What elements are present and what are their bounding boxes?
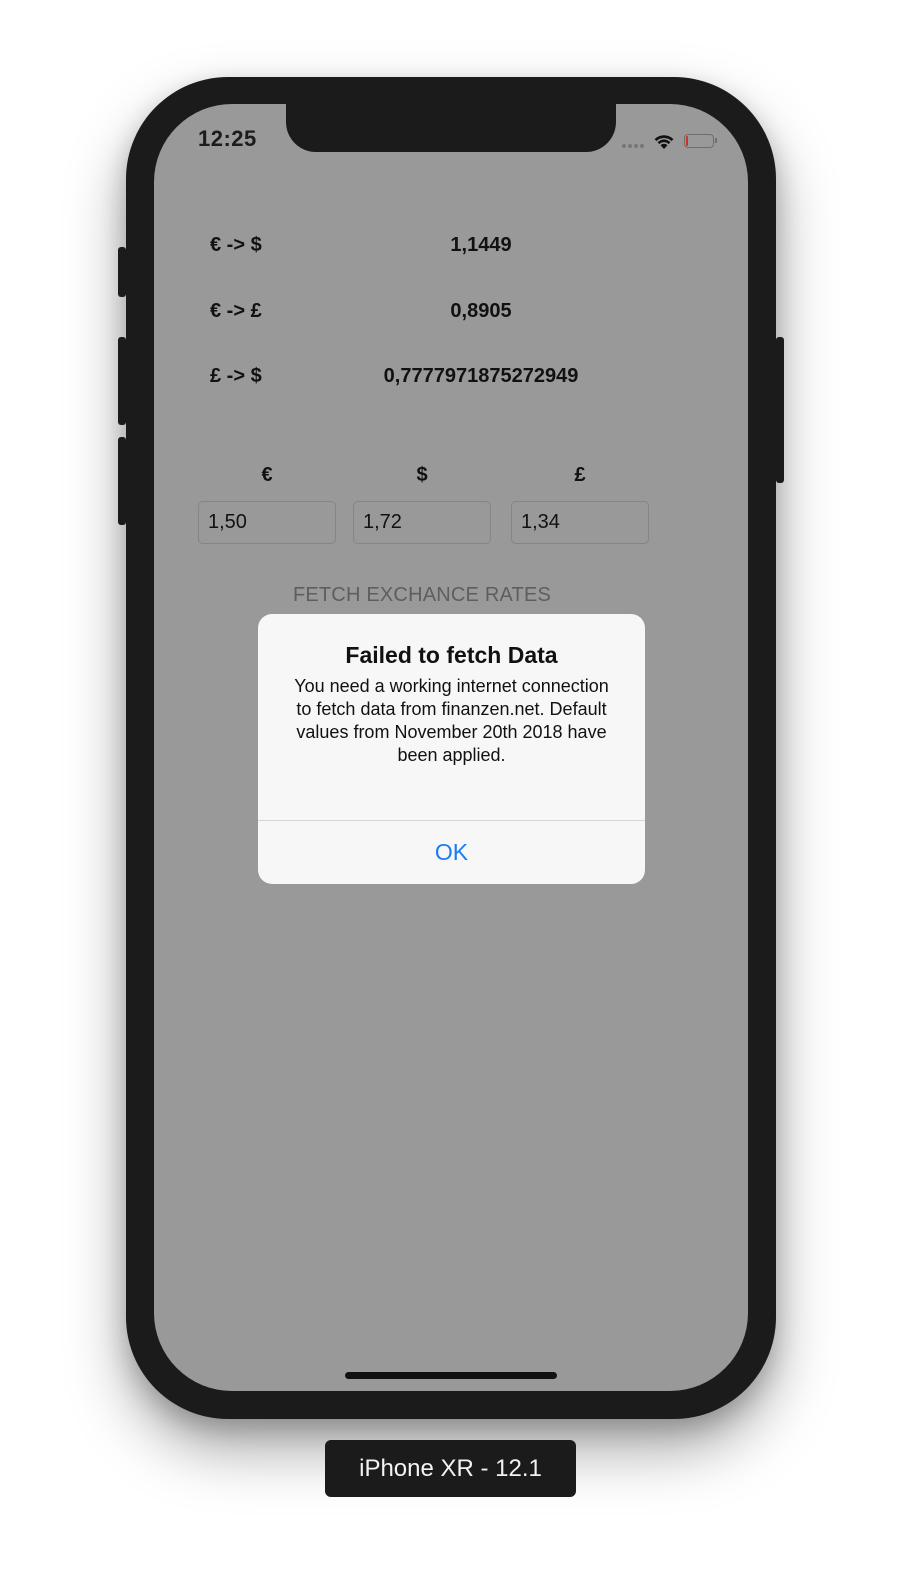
rate-value: 1,1449 <box>450 234 512 256</box>
power-button <box>776 337 784 483</box>
dollar-amount-field[interactable]: 1,72 <box>353 501 491 544</box>
battery-icon <box>684 134 717 148</box>
pound-amount-field[interactable]: 1,34 <box>511 501 649 544</box>
pound-header: £ <box>574 464 586 486</box>
device-label: iPhone XR - 12.1 <box>325 1440 576 1497</box>
status-time: 12:25 <box>198 126 257 151</box>
dollar-header: $ <box>416 464 428 486</box>
rate-pair-label: € -> $ <box>210 234 262 256</box>
rate-value: 0,8905 <box>450 300 512 322</box>
rate-pair-label: € -> £ <box>210 300 262 322</box>
cellular-signal-icon <box>622 144 644 148</box>
notch <box>286 104 616 152</box>
alert-title: Failed to fetch Data <box>345 642 558 668</box>
volume-down-button <box>118 437 126 525</box>
status-icons <box>622 130 717 152</box>
home-indicator[interactable] <box>345 1372 557 1379</box>
euro-amount-field[interactable]: 1,50 <box>198 501 336 544</box>
wifi-icon <box>654 135 674 149</box>
volume-up-button <box>118 337 126 425</box>
rate-row-eur-usd: € -> $ 1,1449 <box>154 234 748 264</box>
mute-switch <box>118 247 126 297</box>
fetch-exchange-rates-button[interactable]: FETCH EXCHANCE RATES <box>154 584 690 607</box>
device-screen: 12:25 € -> $ 1,1449 € -> £ 0,8905 £ -> $… <box>154 104 748 1391</box>
battery-level-indicator <box>686 136 688 146</box>
rate-pair-label: £ -> $ <box>210 365 262 387</box>
alert-ok-button[interactable]: OK <box>258 821 645 884</box>
alert-message: You need a working internet connection t… <box>294 676 609 765</box>
alert-dialog: Failed to fetch Data You need a working … <box>258 614 645 884</box>
euro-header: € <box>261 464 273 486</box>
rate-value: 0,7777971875272949 <box>383 365 579 387</box>
rate-row-gbp-usd: £ -> $ 0,7777971875272949 <box>154 365 748 395</box>
rate-row-eur-gbp: € -> £ 0,8905 <box>154 300 748 330</box>
